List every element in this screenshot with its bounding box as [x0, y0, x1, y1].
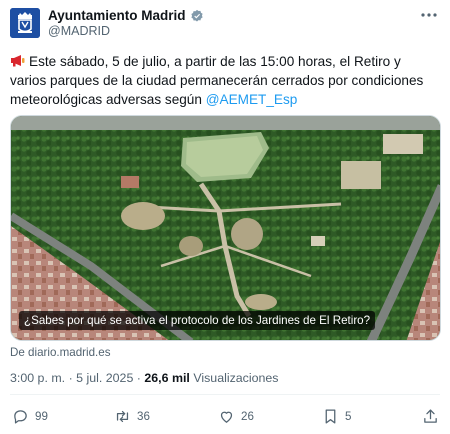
account-handle[interactable]: @MADRID [48, 24, 110, 38]
avatar[interactable] [10, 8, 40, 38]
repost-icon [116, 410, 129, 422]
divider [10, 394, 440, 395]
reply-count: 99 [35, 409, 48, 423]
share-icon [424, 408, 437, 423]
account-name[interactable]: Ayuntamiento Madrid [48, 8, 186, 23]
like-count: 26 [241, 409, 254, 423]
like-button[interactable]: 26 [218, 406, 254, 426]
meta-separator-views: · [136, 371, 141, 385]
meta-separator: · [68, 371, 73, 385]
heart-icon [220, 411, 233, 423]
action-bar: 99 36 26 5 [10, 406, 440, 428]
more-options-icon[interactable] [420, 8, 438, 22]
tweet-header: Ayuntamiento Madrid @MADRID [10, 6, 440, 40]
tweet-time[interactable]: 3:00 p. m. [10, 371, 65, 385]
tweet-meta: 3:00 p. m. · 5 jul. 2025 · 26,6 mil Visu… [10, 371, 279, 385]
share-button[interactable] [422, 406, 439, 426]
madrid-logo-icon [10, 8, 40, 38]
bookmark-icon [325, 408, 336, 424]
tweet-date[interactable]: 5 jul. 2025 [76, 371, 133, 385]
park-aerial-image [11, 116, 440, 340]
bookmark-button[interactable]: 5 [322, 406, 351, 426]
link-source[interactable]: De diario.madrid.es [10, 346, 111, 359]
views-label: Visualizaciones [193, 371, 279, 385]
megaphone-icon [11, 55, 25, 67]
views-count: 26,6 mil [144, 371, 190, 385]
reply-button[interactable]: 99 [12, 406, 48, 426]
reply-icon [14, 409, 27, 424]
media-card[interactable]: ¿Sabes por qué se activa el protocolo de… [10, 115, 441, 341]
repost-button[interactable]: 36 [114, 406, 150, 426]
media-caption: ¿Sabes por qué se activa el protocolo de… [19, 311, 376, 330]
tweet-text: Este sábado, 5 de julio, a partir de las… [10, 52, 440, 109]
verified-badge-icon [190, 9, 203, 22]
mention-link[interactable]: @AEMET_Esp [206, 92, 298, 107]
bookmark-count: 5 [345, 409, 352, 423]
repost-count: 36 [137, 409, 150, 423]
